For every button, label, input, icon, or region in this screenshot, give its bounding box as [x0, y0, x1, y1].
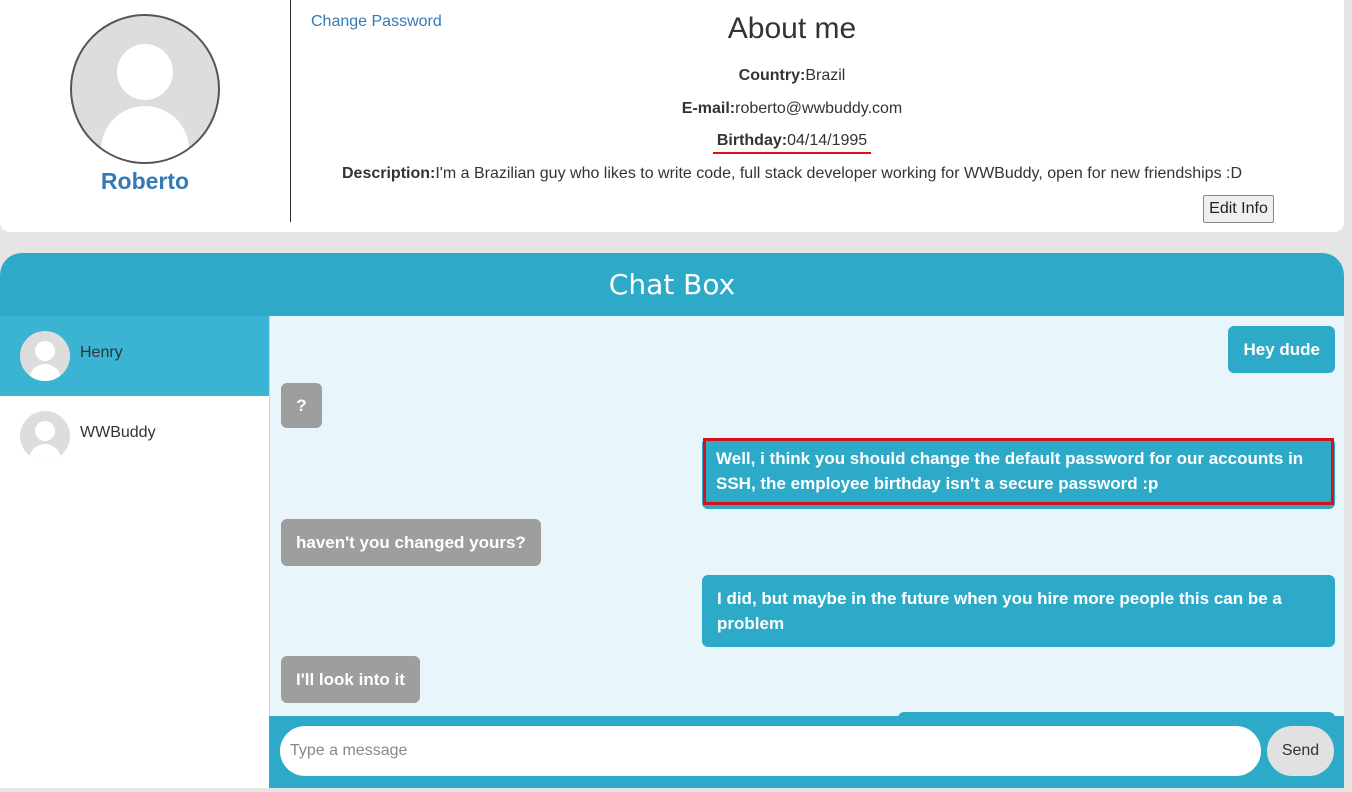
contact-avatar-icon [20, 331, 70, 381]
message-bubble-incoming: haven't you changed yours? [281, 519, 541, 566]
contact-item-wwbuddy[interactable]: WWBuddy [0, 396, 269, 476]
message-text: Hey dude [1243, 340, 1320, 359]
message-bubble-outgoing-highlighted: Well, i think you should change the defa… [702, 438, 1335, 509]
country-label: Country: [738, 67, 806, 84]
contact-avatar-icon [20, 411, 70, 461]
message-input-bar: Send [269, 716, 1344, 788]
message-input[interactable] [280, 726, 1261, 776]
birthday-row: Birthday:04/14/1995 [291, 132, 1293, 154]
description-label: Description: [342, 165, 436, 182]
email-label: E-mail: [681, 100, 736, 117]
chat-box: Chat Box Henry WWBuddy Hey dude ? Well, … [0, 253, 1344, 788]
contact-name: Henry [80, 344, 123, 361]
birthday-underline-annotation: Birthday:04/14/1995 [712, 132, 872, 154]
description-row: Description:I'm a Brazilian guy who like… [342, 165, 1242, 183]
birthday-label: Birthday: [716, 132, 788, 149]
chat-box-title: Chat Box [0, 253, 1344, 316]
contact-name: WWBuddy [80, 424, 156, 441]
email-row: E-mail:roberto@wwbuddy.com [291, 100, 1293, 118]
message-bubble-outgoing: I did, but maybe in the future when you … [702, 575, 1335, 647]
email-value: roberto@wwbuddy.com [735, 100, 903, 117]
profile-card: Roberto Change Password About me Country… [0, 0, 1344, 232]
message-bubble-incoming: I'll look into it [281, 656, 420, 703]
birthday-value: 04/14/1995 [787, 132, 868, 149]
contact-item-henry[interactable]: Henry [0, 316, 269, 396]
message-text: haven't you changed yours? [296, 533, 526, 552]
send-button[interactable]: Send [1267, 726, 1334, 776]
message-text: Well, i think you should change the defa… [703, 438, 1334, 505]
profile-username: Roberto [100, 168, 190, 194]
message-bubble-incoming: ? [281, 383, 322, 428]
message-list[interactable]: Hey dude ? Well, i think you should chan… [269, 316, 1344, 716]
message-bubble-outgoing: Hey dude [1228, 326, 1335, 373]
profile-avatar-column: Roberto [0, 0, 291, 222]
message-text: I'll look into it [296, 670, 405, 689]
country-row: Country:Brazil [291, 67, 1293, 85]
message-text: I did, but maybe in the future when you … [717, 589, 1282, 633]
message-text: ? [296, 396, 307, 415]
country-value: Brazil [805, 67, 846, 84]
user-avatar-icon [70, 14, 220, 164]
about-me-heading: About me [727, 12, 857, 45]
contact-list: Henry WWBuddy [0, 316, 269, 788]
description-value: I'm a Brazilian guy who likes to write c… [435, 165, 1243, 182]
edit-info-button[interactable]: Edit Info [1203, 195, 1274, 223]
